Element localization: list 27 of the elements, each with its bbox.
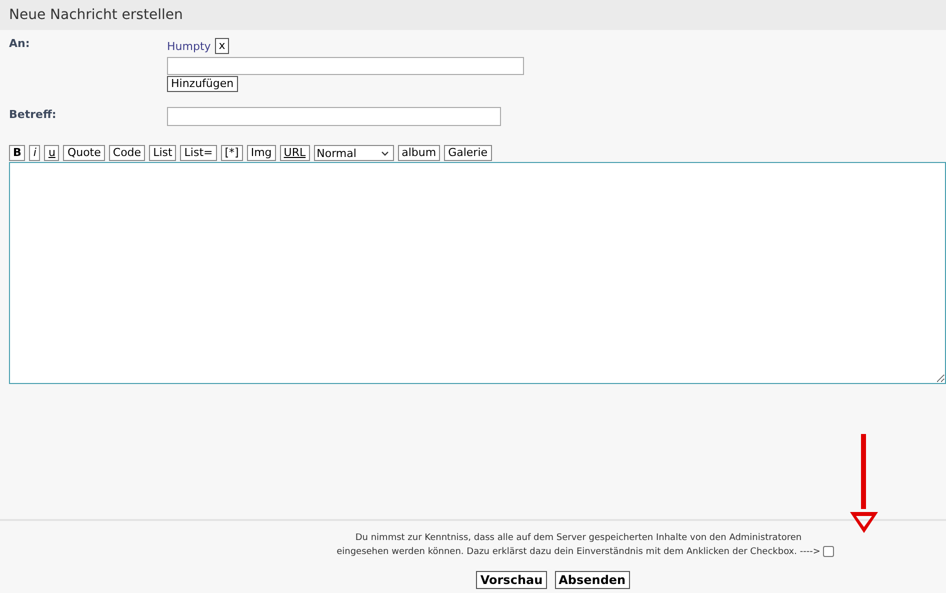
format-button[interactable]: [*] (220, 145, 243, 161)
recipient-field[interactable] (167, 57, 524, 75)
subject-field[interactable] (167, 107, 501, 126)
format-button[interactable]: album (398, 145, 440, 161)
subject-label: Betreff: (9, 107, 58, 123)
format-button[interactable]: Quote (63, 145, 105, 161)
format-button[interactable]: B (9, 145, 26, 161)
recipient-link[interactable]: Humpty (167, 40, 211, 52)
remove-button[interactable]: x (214, 38, 230, 54)
format-button[interactable]: URL (280, 145, 310, 161)
chevron-icon (380, 150, 389, 156)
submit-button[interactable]: Absenden (554, 571, 630, 589)
format-button[interactable]: Img (246, 145, 276, 161)
format-button[interactable]: i (29, 145, 40, 161)
submit-button[interactable]: Vorschau (476, 571, 547, 589)
format-button[interactable]: List (149, 145, 176, 161)
size-dropdown[interactable]: Normal (314, 145, 394, 161)
recipient-label: An: (9, 37, 31, 52)
consent-checkbox[interactable] (823, 546, 834, 557)
format-button[interactable]: List= (180, 145, 217, 161)
page-title: Neue Nachricht erstellen (9, 7, 183, 23)
consent-notice: Du nimmst zur Kenntniss, dass alle auf dem Server gespeicherten Inhalte von den Administratoren eingesehen werden können. Dazu erklärst dazu dein Einverständnis mit dem Anklicken der Checkbox. ----> (336, 532, 820, 559)
message-field[interactable] (9, 162, 946, 384)
add-button[interactable]: Hinzufügen (167, 76, 238, 92)
format-button[interactable]: Galerie (444, 145, 492, 161)
format-button[interactable]: u (44, 145, 60, 161)
format-button[interactable]: Code (108, 145, 146, 161)
